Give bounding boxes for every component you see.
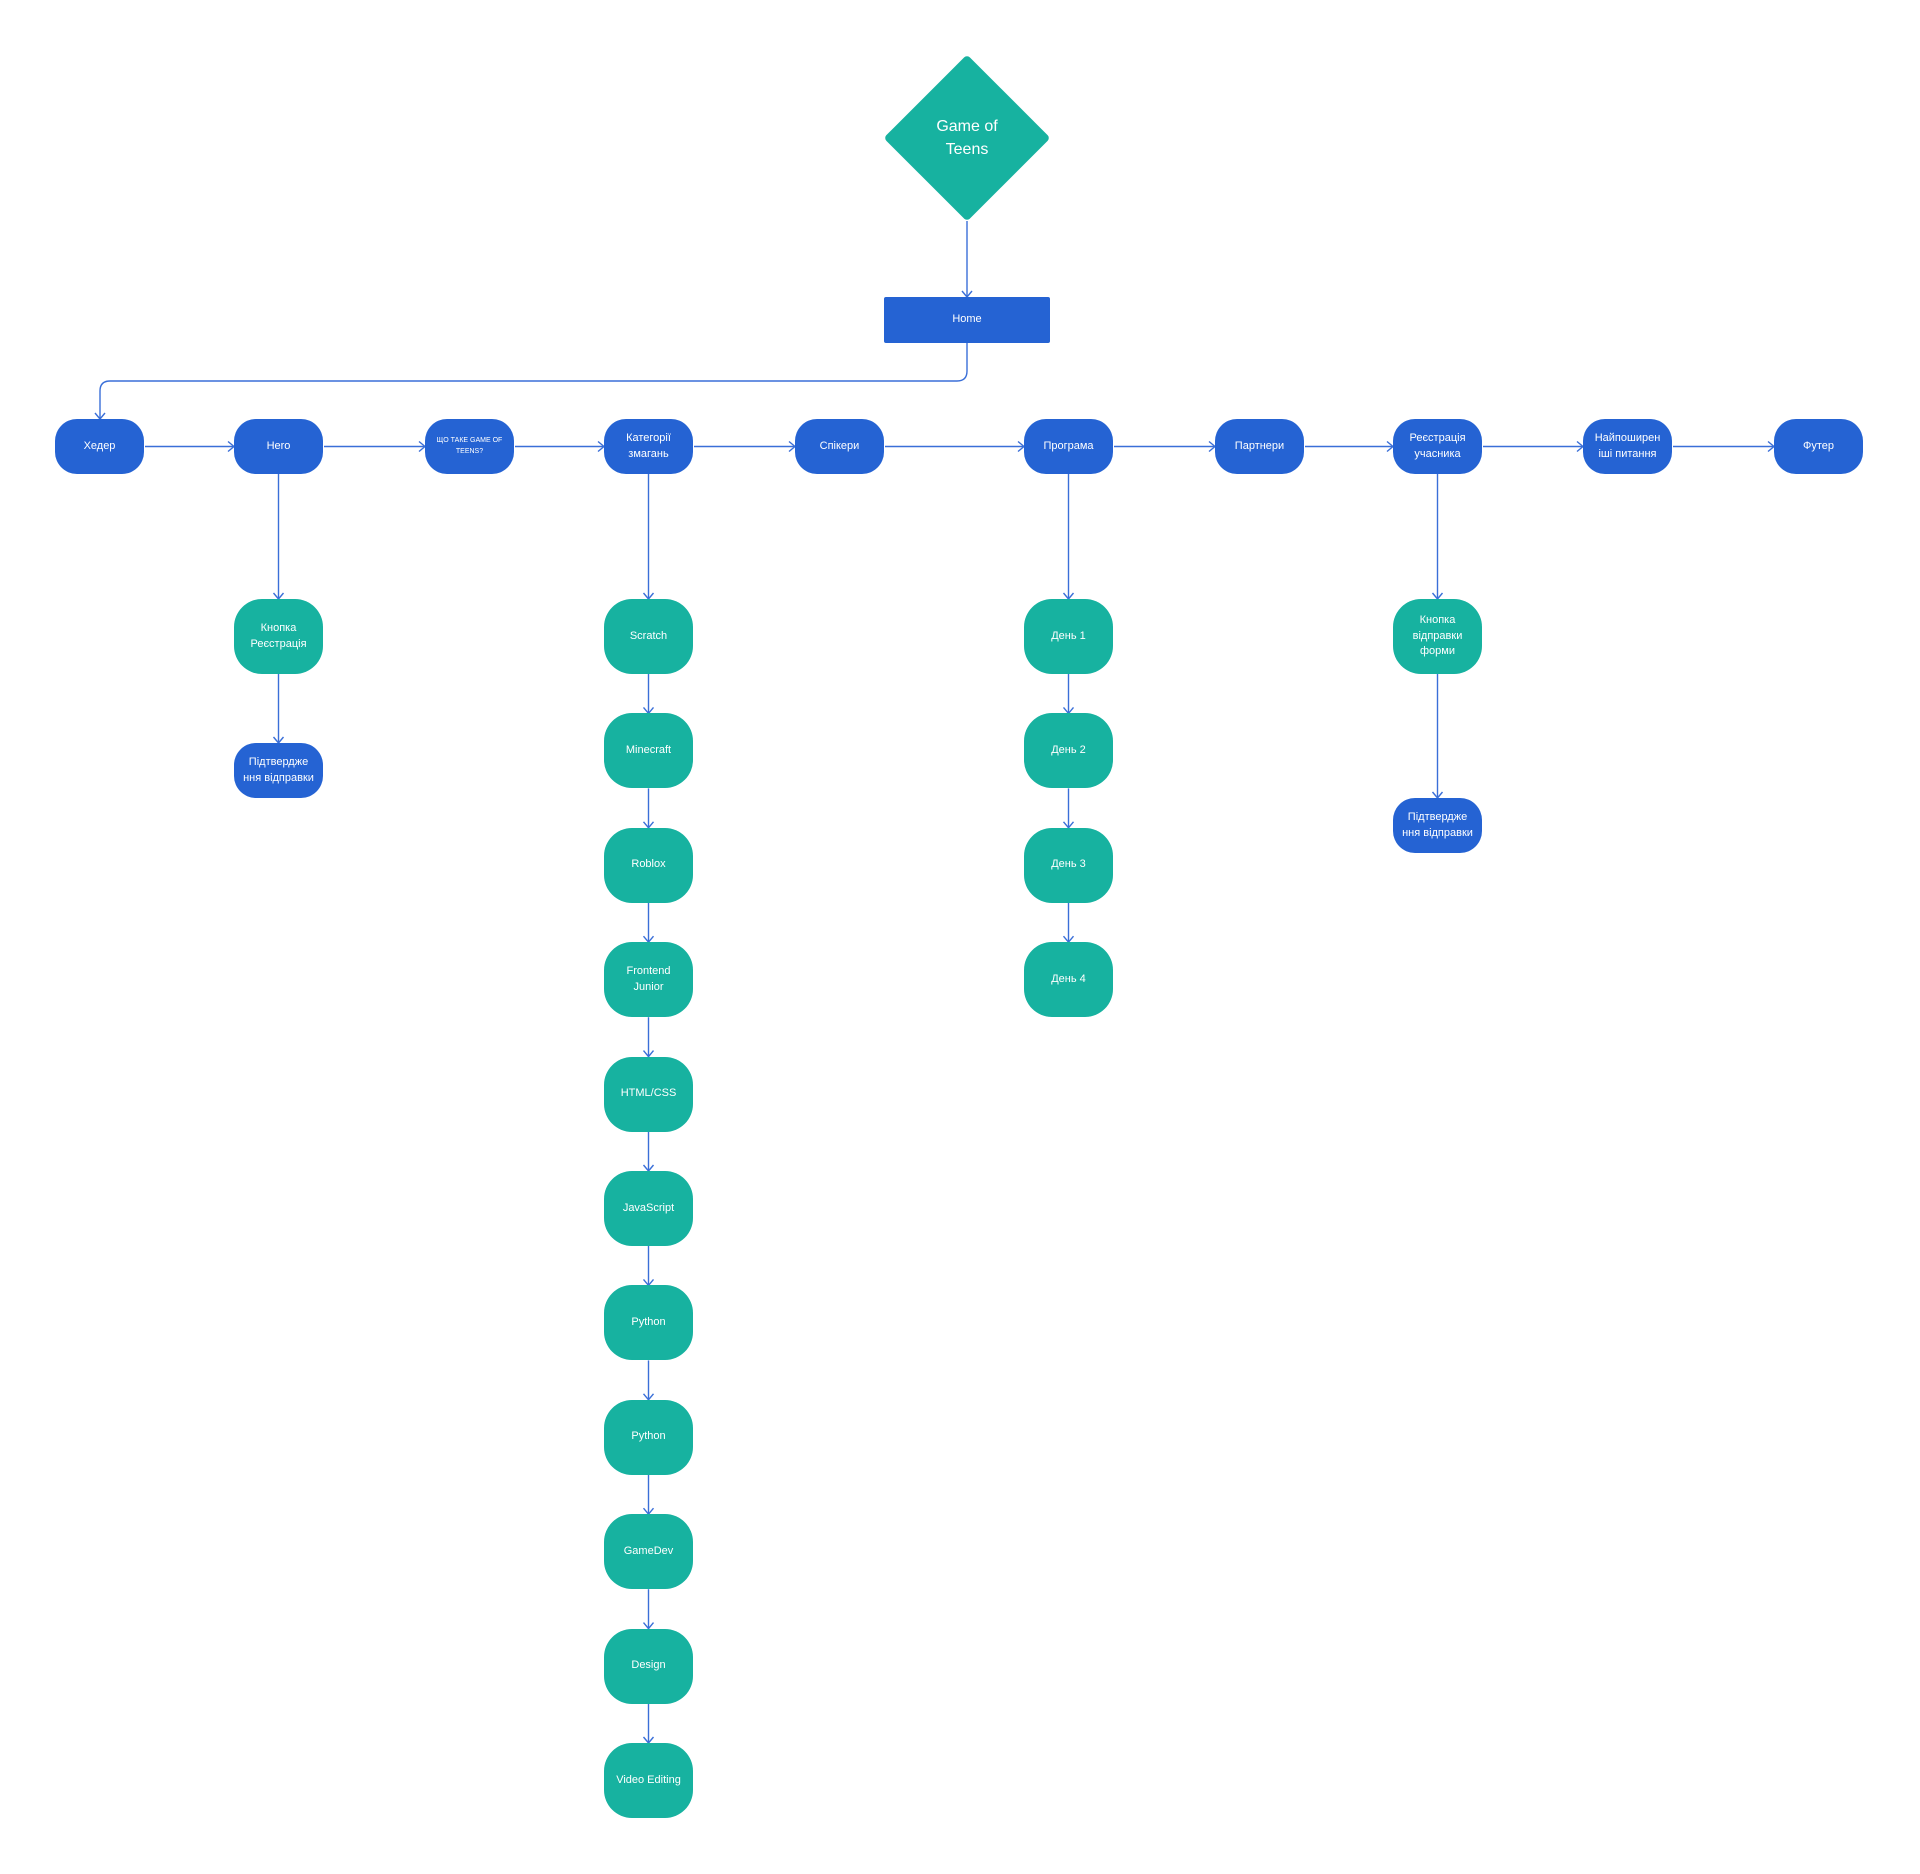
category-node[interactable]: Python (604, 1285, 693, 1361)
form-submit-button-node[interactable]: Кнопка відправки форми (1393, 599, 1482, 674)
category-node-label-line: Minecraft (625, 743, 672, 756)
section-program-label-line: Програма (1043, 439, 1094, 452)
program-day-node-label-line: День 1 (1051, 629, 1086, 642)
hero-confirmation-node-label-line: Підтвердже (248, 755, 309, 768)
hero-confirmation-node-label-line: ння відправки (243, 771, 314, 784)
section-program[interactable]: Програма (1024, 419, 1113, 474)
arrowhead-icon (642, 1622, 655, 1630)
section-hero[interactable]: Hero (234, 419, 323, 474)
home-label: Home (952, 313, 982, 326)
arrowhead-icon (1062, 821, 1075, 829)
hero-register-button-node[interactable]: Кнопка Реєстрація (234, 599, 323, 674)
section-about[interactable]: ЩО ТАКЕ GAME OF TEENS? (425, 419, 514, 474)
section-partners-label-line: Партнери (1234, 439, 1285, 452)
hero-register-button-node-label-line: Кнопка (260, 621, 297, 634)
section-faq-label-line: іші питання (1598, 447, 1657, 460)
section-footer-label-line: Футер (1802, 439, 1834, 452)
root-label-line2: Teens (945, 141, 989, 158)
section-about-label-line: ЩО ТАКЕ GAME OF (436, 437, 503, 444)
section-footer[interactable]: Футер (1774, 419, 1863, 474)
section-about-label-line: TEENS? (455, 447, 484, 455)
section-hero-label-line: Hero (266, 439, 291, 452)
program-day-node[interactable]: День 4 (1024, 942, 1113, 1018)
arrowhead-icon (642, 1393, 655, 1401)
category-node-label-line: Roblox (631, 858, 666, 871)
section-categories-label-line: Категорії (626, 431, 671, 444)
form-submit-button-node-label-line: форми (1419, 645, 1455, 658)
category-node-label-line: HTML/CSS (620, 1087, 677, 1100)
section-faq[interactable]: Найпоширен іші питання (1583, 419, 1672, 474)
section-header[interactable]: Хедер (55, 419, 144, 474)
category-node[interactable]: Minecraft (604, 713, 693, 789)
category-node-label-line: Python (631, 1430, 666, 1443)
root-label: Game of Teens (884, 55, 1050, 221)
connectors-layer (94, 221, 1776, 1745)
program-day-node-label-line: День 4 (1051, 972, 1086, 985)
category-node[interactable]: Roblox (604, 827, 693, 903)
registration-confirmation-node[interactable]: Підтвердже ння відправки (1393, 798, 1482, 853)
hero-confirmation-node[interactable]: Підтвердже ння відправки (234, 743, 323, 798)
section-header-label-line: Хедер (83, 439, 116, 452)
program-day-node[interactable]: День 2 (1024, 713, 1113, 789)
registration-confirmation-node-label-line: Підтвердже (1407, 810, 1468, 823)
category-node[interactable]: Scratch (604, 599, 693, 674)
section-faq-label-line: Найпоширен (1594, 431, 1661, 444)
section-partners[interactable]: Партнери (1215, 419, 1304, 474)
category-node[interactable]: JavaScript (604, 1171, 693, 1246)
category-node-label-line: Design (631, 1659, 666, 1672)
home-node[interactable]: Home (884, 297, 1050, 343)
section-speakers-label-line: Спікери (819, 439, 860, 452)
category-node-label-line: Frontend Junior (626, 964, 671, 993)
section-registration-label-line: учасника (1414, 447, 1461, 460)
form-submit-button-node-label-line: Кнопка (1419, 613, 1456, 626)
category-node[interactable]: HTML/CSS (604, 1056, 693, 1132)
hero-register-button-node-label-line: Реєстрація (250, 637, 307, 650)
section-categories-label-line: змагань (628, 447, 669, 460)
category-node-label-line: JavaScript (622, 1201, 675, 1214)
section-registration[interactable]: Реєстрація учасника (1393, 419, 1482, 474)
program-day-node-label-line: День 2 (1051, 743, 1086, 756)
category-node[interactable]: Frontend Junior (604, 942, 693, 1018)
registration-confirmation-node-label-line: ння відправки (1402, 826, 1473, 839)
category-node[interactable]: GameDev (604, 1514, 693, 1590)
home-to-header-connector (99, 343, 968, 418)
category-node-label-line: Python (631, 1315, 666, 1328)
category-node[interactable]: Python (604, 1399, 693, 1475)
arrowhead-icon (642, 1050, 655, 1058)
category-node[interactable]: Video Editing (604, 1743, 693, 1818)
section-speakers[interactable]: Спікери (795, 419, 884, 474)
arrowhead-icon (642, 821, 655, 829)
section-categories[interactable]: Категорії змагань (604, 419, 693, 474)
category-node-label-line: Scratch (629, 629, 668, 642)
category-node-label-line: Video Editing (616, 1773, 681, 1786)
program-day-node[interactable]: День 1 (1024, 599, 1113, 674)
program-day-node[interactable]: День 3 (1024, 827, 1113, 903)
root-label-line1: Game of (936, 117, 998, 135)
program-day-node-label-line: День 3 (1051, 858, 1086, 871)
form-submit-button-node-label-line: відправки (1412, 629, 1463, 642)
section-registration-label-line: Реєстрація (1409, 431, 1466, 444)
category-node[interactable]: Design (604, 1628, 693, 1704)
category-node-label-line: GameDev (623, 1544, 674, 1557)
sitemap-canvas: Game of Teens Home Хедер Hero ЩО ТАКЕ GAME… (0, 0, 1920, 1874)
